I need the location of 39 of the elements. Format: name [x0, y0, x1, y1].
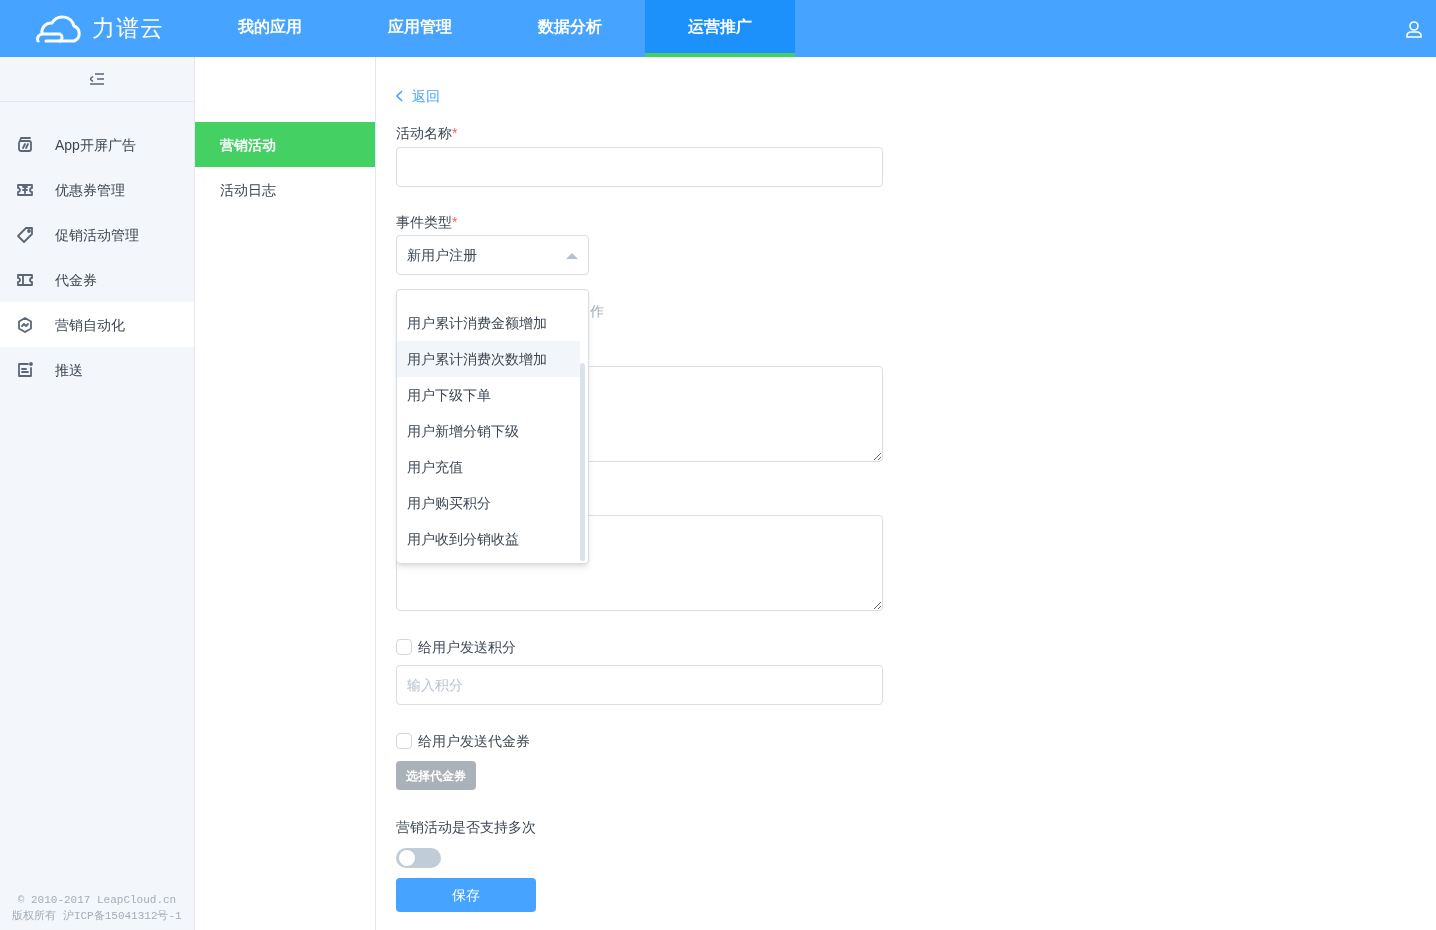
field-label: 营销活动是否支持多次 [396, 818, 536, 837]
hexagon-icon [16, 315, 34, 334]
dropdown-option[interactable]: 用户充值 [397, 449, 580, 485]
footer-text: 版权所有 沪ICP备15041312号-1 [12, 909, 182, 924]
name-input[interactable] [396, 147, 883, 187]
cloud-logo-icon [36, 12, 84, 45]
user-icon[interactable] [1405, 19, 1423, 38]
checkbox[interactable] [396, 733, 412, 749]
sub-nav-item[interactable]: 活动日志 [195, 167, 375, 212]
dropdown-option[interactable]: 用户收到分销收益 [397, 521, 580, 557]
sidebar-item[interactable]: 优惠券管理 [0, 167, 194, 212]
required-mark: * [452, 124, 458, 143]
dropdown-option[interactable]: 用户购买积分 [397, 485, 580, 521]
checkbox-label: 给用户发送积分 [418, 638, 516, 657]
sidebar-item[interactable]: 营销自动化 [0, 302, 194, 347]
dropdown-option[interactable]: 用户下级下单 [397, 377, 580, 413]
field-label: 活动名称 [396, 124, 452, 143]
field-label: 事件类型 [396, 213, 452, 232]
event-select[interactable]: 新用户注册 [396, 235, 589, 275]
dropdown-option[interactable]: 用户新增分销下级 [397, 413, 580, 449]
sidebar-item[interactable]: 代金券 [0, 257, 194, 302]
sidebar-item[interactable]: 推送 [0, 347, 194, 392]
sidebar-item[interactable]: App开屏广告 [0, 122, 194, 167]
points-input[interactable]: 输入积分 [396, 665, 883, 705]
logo-text: 力谱云 [92, 14, 165, 44]
card-icon [16, 135, 34, 154]
dropdown-option[interactable]: 用户累计消费金额增加 [397, 305, 580, 341]
tag-icon [16, 225, 34, 244]
footer-text: © 2010-2017 LeapCloud.cn [17, 893, 177, 908]
checkbox-label: 给用户发送代金券 [418, 732, 530, 751]
toggle-switch[interactable] [396, 848, 441, 868]
checkbox[interactable] [396, 639, 412, 655]
required-mark: * [452, 213, 458, 232]
chevron-left-icon [396, 90, 404, 102]
sidebar-item[interactable]: 促销活动管理 [0, 212, 194, 257]
hint-text: 作 [590, 303, 604, 319]
collapse-menu-icon[interactable] [90, 73, 104, 85]
dropdown-option[interactable]: 用户累计消费次数增加 [397, 341, 580, 377]
document-icon [16, 360, 34, 379]
